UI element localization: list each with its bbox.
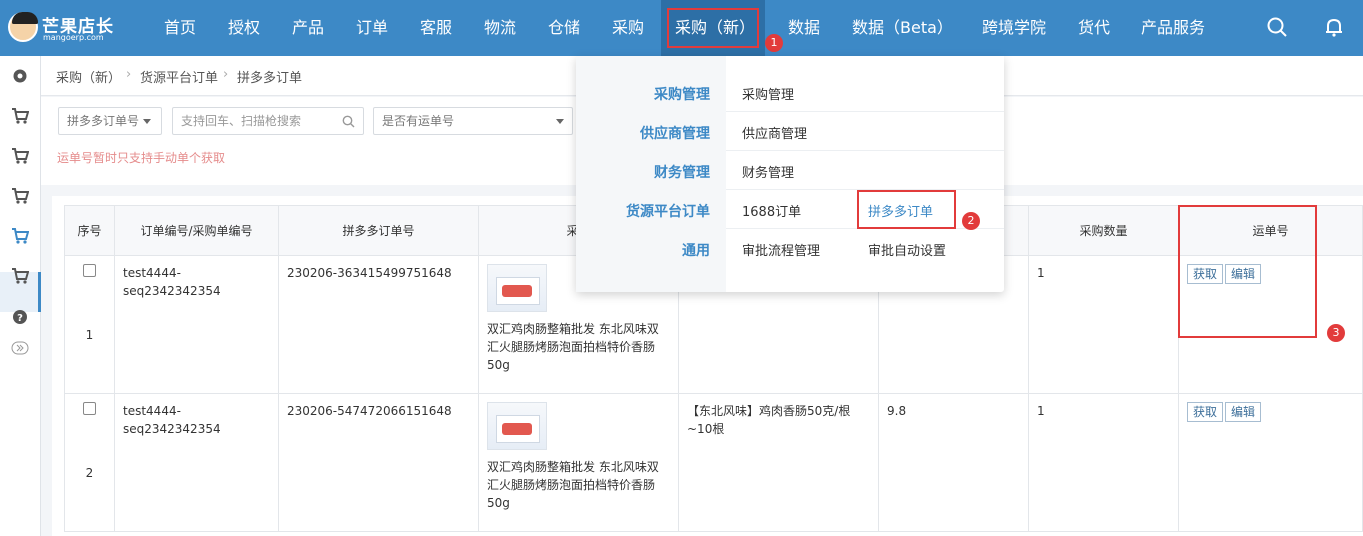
order-no-cell: test4444-seq2342342354 [114,393,279,532]
menu-item-purchase-management[interactable]: 采购管理 [742,84,794,103]
order-no-cell: test4444-seq2342342354 [114,255,279,394]
product-cell: 双汇鸡肉肠整箱批发 东北风味双汇火腿肠烤肠泡面拍档特价香肠50g [478,393,679,532]
tracking-cell: 获取 编辑 [1178,393,1363,532]
col-qty: 采购数量 [1028,205,1179,256]
sidebar: ? [0,56,41,536]
nav-logistics[interactable]: 物流 [484,0,516,56]
dropdown-category-column: 采购管理 供应商管理 财务管理 货源平台订单 通用 [576,56,726,292]
logo-site: mangoerp.com [43,33,104,42]
nav-warehouse[interactable]: 仓储 [548,0,580,56]
row-checkbox[interactable] [83,402,96,415]
product-image[interactable] [487,264,547,312]
col-index: 序号 [64,205,115,256]
price-cell: 9.8 [878,393,1029,532]
annotation-box-1 [667,8,759,48]
cart-icon[interactable] [8,264,32,288]
cart-icon[interactable] [8,184,32,208]
index-cell: 1 [64,255,115,394]
tracking-hint: 运单号暂时只支持手动单个获取 [57,151,226,165]
row-index: 2 [85,466,94,480]
annotation-badge-1: 1 [765,34,783,52]
help-icon[interactable]: ? [8,305,32,329]
cart-icon[interactable] [8,144,32,168]
index-cell: 2 [64,393,115,532]
breadcrumb-current: 拼多多订单 [237,71,303,86]
nav-customer-service[interactable]: 客服 [420,0,452,56]
dropdown-row: 供应商管理 [726,112,1004,151]
menu-item-1688-orders[interactable]: 1688订单 [742,201,801,220]
nav-forwarder[interactable]: 货代 [1078,0,1110,56]
breadcrumb-separator: › [126,67,132,82]
pdd-order-no-cell: 230206-547472066151648 [278,393,479,532]
fetch-tracking-button[interactable]: 获取 [1187,402,1224,422]
nav-home[interactable]: 首页 [164,0,196,56]
menu-item-approval-auto[interactable]: 审批自动设置 [868,240,946,259]
search-icon[interactable] [342,115,355,128]
caret-down-icon [143,119,151,124]
nav-data[interactable]: 数据 [788,0,820,56]
search-icon[interactable] [1266,16,1288,38]
product-title[interactable]: 双汇鸡肉肠整箱批发 东北风味双汇火腿肠烤肠泡面拍档特价香肠50g [487,320,670,374]
annotation-badge-2: 2 [962,212,980,230]
nav-product-service[interactable]: 产品服务 [1141,0,1205,56]
search-input[interactable]: 支持回车、扫描枪搜索 [172,107,364,135]
nav-orders[interactable]: 订单 [356,0,388,56]
category-purchase-management: 采购管理 [654,87,710,103]
category-finance-management: 财务管理 [654,165,710,181]
tracking-filter-select[interactable]: 是否有运单号 [373,107,573,135]
table-row: 2 test4444-seq2342342354 230206-54747206… [64,393,1363,532]
breadcrumb-item[interactable]: 采购（新） [56,67,121,86]
row-index: 1 [85,328,94,342]
sku-cell: 【东北风味】鸡肉香肠50克/根~10根 [678,393,879,532]
dropdown-row: 采购管理 [726,73,1004,112]
expand-sidebar-icon[interactable] [8,336,32,360]
bell-icon[interactable] [1323,16,1345,38]
dropdown-row: 审批流程管理 审批自动设置 [726,229,1004,268]
menu-item-finance-management[interactable]: 财务管理 [742,162,794,181]
nav-data-beta[interactable]: 数据（Beta） [852,0,953,56]
annotation-box-3 [1178,205,1317,338]
row-checkbox[interactable] [83,264,96,277]
purchase-new-dropdown: 采购管理 供应商管理 财务管理 货源平台订单 通用 采购管理 供应商管理 财务管… [576,56,1004,292]
logo-mascot-icon [8,12,38,42]
dropdown-row: 财务管理 [726,151,1004,190]
qty-cell: 1 [1028,255,1179,394]
nav-purchase[interactable]: 采购 [612,0,644,56]
edit-tracking-button[interactable]: 编辑 [1225,402,1262,422]
category-source-platform-orders: 货源平台订单 [626,204,710,220]
col-pdd-order-no: 拼多多订单号 [278,205,479,256]
product-title[interactable]: 双汇鸡肉肠整箱批发 东北风味双汇火腿肠烤肠泡面拍档特价香肠50g [487,458,670,512]
qty-cell: 1 [1028,393,1179,532]
menu-item-approval-flow[interactable]: 审批流程管理 [742,240,820,259]
order-type-select[interactable]: 拼多多订单号 [58,107,162,135]
caret-down-icon [556,119,564,124]
annotation-badge-3: 3 [1327,324,1345,342]
breadcrumb-separator: › [223,67,229,82]
menu-item-supplier-management[interactable]: 供应商管理 [742,123,807,142]
nav-products[interactable]: 产品 [292,0,324,56]
col-order-no: 订单编号/采购单编号 [114,205,279,256]
svg-text:?: ? [17,313,23,324]
category-supplier-management: 供应商管理 [640,126,710,142]
category-general: 通用 [682,243,710,259]
cart-icon-active[interactable] [8,224,32,248]
breadcrumb-item[interactable]: 货源平台订单 [140,67,218,86]
cart-icon[interactable] [8,104,32,128]
settings-icon[interactable] [8,64,32,88]
nav-academy[interactable]: 跨境学院 [982,0,1046,56]
pdd-order-no-cell: 230206-363415499751648 [278,255,479,394]
nav-authorize[interactable]: 授权 [228,0,260,56]
logo[interactable]: 芒果店长 mangoerp.com [8,10,120,46]
product-image[interactable] [487,402,547,450]
annotation-box-2 [857,190,956,229]
